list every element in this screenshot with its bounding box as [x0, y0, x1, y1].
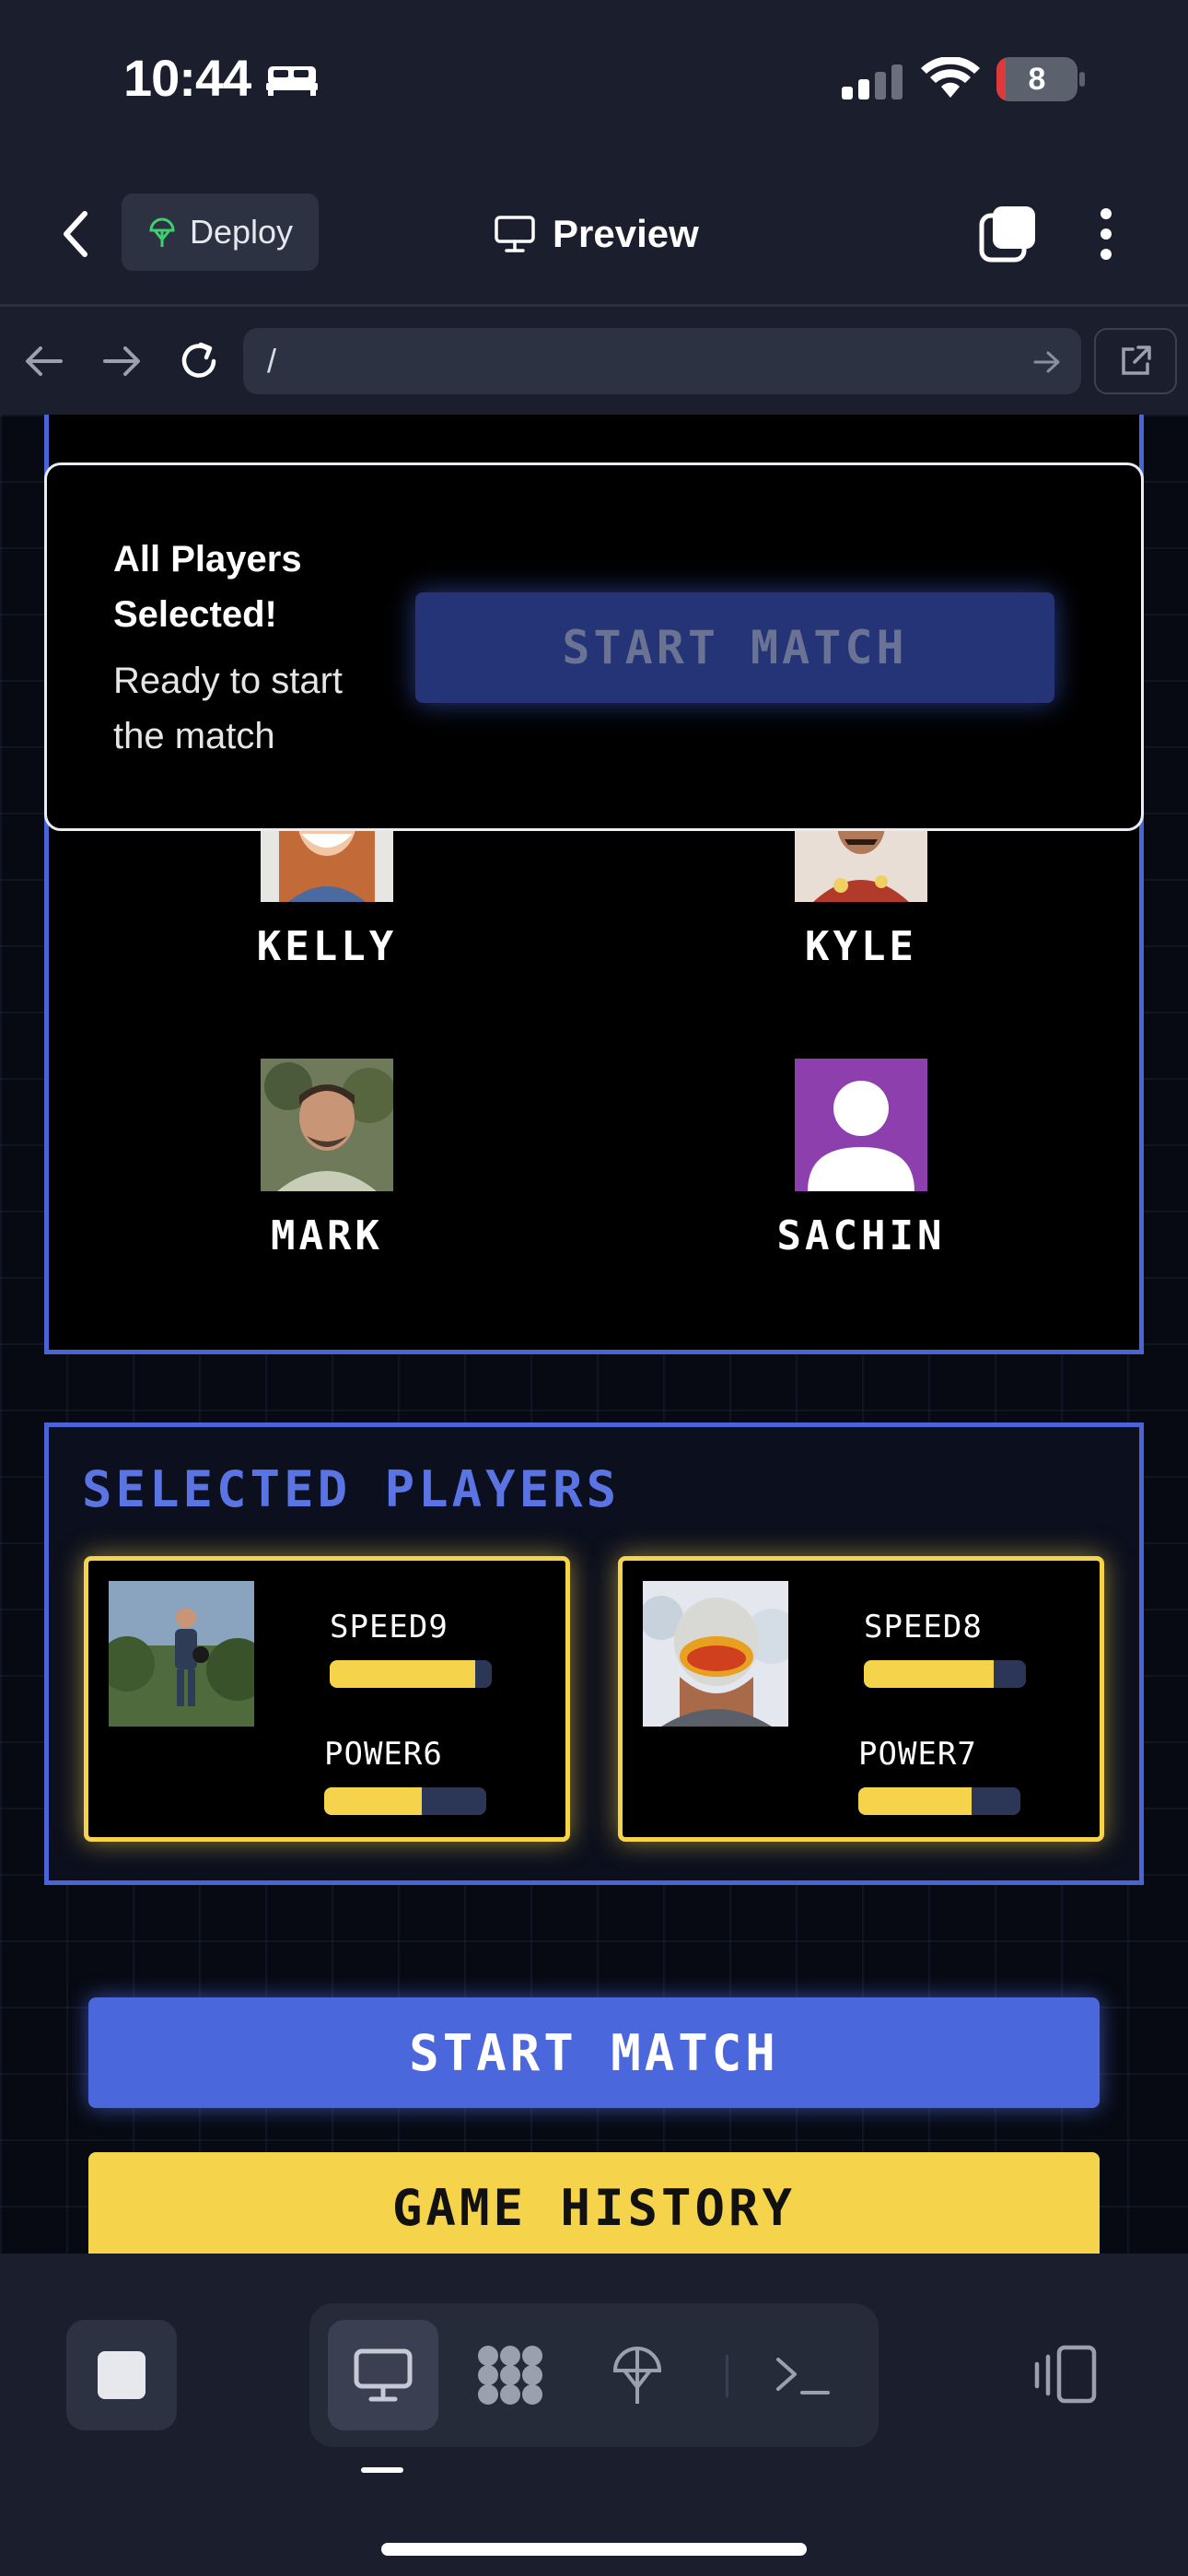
active-tab-indicator	[361, 2467, 403, 2473]
player-card-sachin[interactable]: SACHIN	[695, 1059, 1027, 1259]
home-indicator[interactable]	[381, 2543, 807, 2556]
player-name: KELLY	[256, 923, 398, 970]
power-label: POWER7	[858, 1736, 977, 1773]
tab-shell[interactable]	[748, 2320, 858, 2430]
external-link-icon	[1122, 345, 1151, 375]
speed-bar-fill	[330, 1660, 476, 1688]
url-bar[interactable]: /	[243, 328, 1081, 394]
toast-title: All Players Selected!	[113, 539, 302, 635]
deploy-label: Deploy	[189, 213, 294, 251]
player-card-mark[interactable]: MARK	[161, 1059, 493, 1259]
selected-players-panel: SELECTED PLAYERS SPEED9 POWER6 SPEED8 PO…	[44, 1423, 1144, 1885]
speed-bar	[864, 1660, 1026, 1688]
tab-deploy[interactable]	[582, 2320, 693, 2430]
back-chevron-icon[interactable]	[57, 208, 94, 260]
browser-forward-icon[interactable]	[101, 345, 142, 378]
battery-level: 8	[1028, 61, 1046, 97]
player-name: KYLE	[805, 923, 917, 970]
view-switcher	[309, 2303, 879, 2447]
speed-label: SPEED8	[864, 1609, 983, 1645]
speed-bar-fill	[864, 1660, 994, 1688]
stop-button[interactable]	[66, 2320, 177, 2430]
default-user-icon	[795, 1059, 927, 1191]
selected-player-photo	[643, 1581, 788, 1727]
reload-icon[interactable]	[177, 339, 221, 383]
web-content[interactable]: KELLY KYLE MARK SACHIN All Players Selec…	[0, 415, 1188, 2254]
selected-card[interactable]: SPEED8 POWER7	[618, 1556, 1104, 1842]
toast-subtitle: Ready to start the match	[113, 661, 344, 756]
player-avatar	[261, 1059, 397, 1191]
deploy-icon	[612, 2347, 662, 2404]
url-text: /	[267, 342, 277, 380]
stop-icon	[98, 2351, 146, 2399]
status-time: 10:44	[123, 48, 320, 108]
power-bar-fill	[858, 1787, 973, 1815]
power-label: POWER6	[324, 1736, 443, 1773]
go-arrow-icon[interactable]	[1033, 350, 1061, 374]
battery-icon: 8	[996, 57, 1085, 101]
deploy-button[interactable]: Deploy	[122, 193, 319, 271]
tab-workspace[interactable]	[455, 2320, 565, 2430]
terminal-icon	[776, 2358, 830, 2395]
selected-player-photo	[109, 1581, 254, 1727]
sleep-bed-icon	[265, 66, 318, 96]
speed-bar	[330, 1660, 492, 1688]
toast-start-match-button[interactable]: START MATCH	[415, 592, 1054, 703]
power-bar-fill	[324, 1787, 422, 1815]
speed-label: SPEED9	[330, 1609, 448, 1645]
player-name: SACHIN	[776, 1212, 946, 1259]
device-rotate-icon[interactable]	[1031, 2344, 1101, 2406]
workspace-icon	[478, 2346, 542, 2405]
cellular-signal-icon	[842, 64, 903, 100]
browser-back-icon[interactable]	[24, 345, 64, 378]
wifi-icon	[921, 57, 980, 98]
deploy-icon	[149, 217, 175, 247]
tabs-icon[interactable]	[978, 205, 1037, 263]
player-name: MARK	[271, 1212, 383, 1259]
start-match-button[interactable]: START MATCH	[88, 1997, 1100, 2108]
monitor-icon	[354, 2348, 413, 2402]
game-history-button[interactable]: GAME HISTORY	[88, 2152, 1100, 2254]
selected-card[interactable]: SPEED9 POWER6	[84, 1556, 570, 1842]
selected-players-title: SELECTED PLAYERS	[82, 1460, 621, 1518]
power-bar	[858, 1787, 1020, 1815]
preview-title[interactable]: Preview	[494, 205, 699, 263]
tab-preview[interactable]	[328, 2320, 438, 2430]
segment-divider	[726, 2355, 728, 2397]
more-menu-icon[interactable]	[1092, 205, 1120, 263]
all-selected-toast: All Players Selected! Ready to start the…	[44, 463, 1144, 831]
power-bar	[324, 1787, 486, 1815]
monitor-icon	[495, 216, 535, 252]
open-external-button[interactable]	[1094, 328, 1177, 394]
preview-label: Preview	[553, 212, 699, 255]
header-divider	[0, 304, 1188, 307]
